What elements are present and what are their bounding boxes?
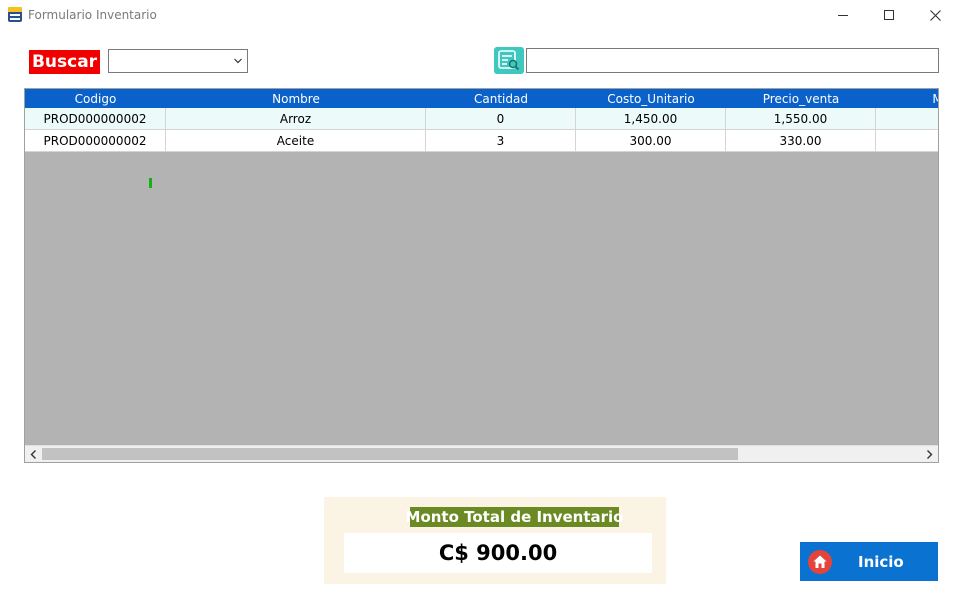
- inventory-grid[interactable]: Codigo Nombre Cantidad Costo_Unitario Pr…: [24, 88, 939, 463]
- cell-cantidad[interactable]: 0: [426, 108, 576, 130]
- title-bar: Formulario Inventario: [0, 0, 957, 30]
- column-header-cantidad[interactable]: Cantidad: [426, 89, 576, 108]
- cell-nombre[interactable]: Arroz: [166, 108, 426, 130]
- column-header-costo-unitario[interactable]: Costo_Unitario: [576, 89, 726, 108]
- cell-costo-unitario[interactable]: 1,450.00: [576, 108, 726, 130]
- total-value: C$ 900.00: [344, 533, 652, 573]
- cell-cantidad[interactable]: 3: [426, 130, 576, 152]
- inventory-window: Formulario Inventario Buscar Codigo Nomb…: [0, 0, 957, 595]
- search-button[interactable]: [494, 47, 524, 74]
- cell-precio-venta[interactable]: 330.00: [726, 130, 876, 152]
- buscar-label: Buscar: [29, 50, 100, 74]
- home-icon: [808, 550, 832, 574]
- column-header-precio-venta[interactable]: Precio_venta: [726, 89, 876, 108]
- horizontal-scrollbar[interactable]: [25, 445, 938, 462]
- search-list-icon: [498, 50, 520, 71]
- cell-nombre[interactable]: Aceite: [166, 130, 426, 152]
- filter-combobox[interactable]: [108, 49, 248, 73]
- close-icon: [929, 9, 941, 21]
- scroll-left-button[interactable]: [25, 446, 42, 462]
- total-panel: Monto Total de Inventario C$ 900.00: [324, 497, 666, 584]
- cell-monto[interactable]: 900: [876, 130, 938, 152]
- scroll-right-button[interactable]: [921, 446, 938, 462]
- inicio-label: Inicio: [858, 553, 904, 571]
- cell-codigo[interactable]: PROD000000002: [25, 130, 166, 152]
- chevron-down-icon: [234, 58, 242, 64]
- column-header-monto[interactable]: Monto: [876, 89, 938, 108]
- inicio-button[interactable]: Inicio: [800, 542, 938, 581]
- table-row[interactable]: PROD000000002 Arroz 0 1,450.00 1,550.00 …: [25, 108, 938, 130]
- cell-codigo[interactable]: PROD000000002: [25, 108, 166, 130]
- column-header-codigo[interactable]: Codigo: [25, 89, 166, 108]
- maximize-button[interactable]: [866, 0, 912, 30]
- minimize-button[interactable]: [820, 0, 866, 30]
- cell-costo-unitario[interactable]: 300.00: [576, 130, 726, 152]
- cell-precio-venta[interactable]: 1,550.00: [726, 108, 876, 130]
- close-button[interactable]: [912, 0, 957, 30]
- grid-header: Codigo Nombre Cantidad Costo_Unitario Pr…: [25, 89, 938, 108]
- cell-monto[interactable]: 0: [876, 108, 938, 130]
- table-row[interactable]: PROD000000002 Aceite 3 300.00 330.00 900: [25, 130, 938, 152]
- app-icon: [8, 7, 22, 22]
- chevron-left-icon: [30, 450, 36, 459]
- scrollbar-thumb[interactable]: [42, 448, 738, 460]
- total-label: Monto Total de Inventario: [405, 507, 624, 527]
- chevron-right-icon: [927, 450, 933, 459]
- maximize-icon: [884, 10, 894, 20]
- column-header-nombre[interactable]: Nombre: [166, 89, 426, 108]
- cursor-marker: [149, 178, 152, 188]
- search-input[interactable]: [526, 48, 939, 73]
- window-title: Formulario Inventario: [28, 8, 157, 22]
- minimize-icon: [838, 14, 848, 16]
